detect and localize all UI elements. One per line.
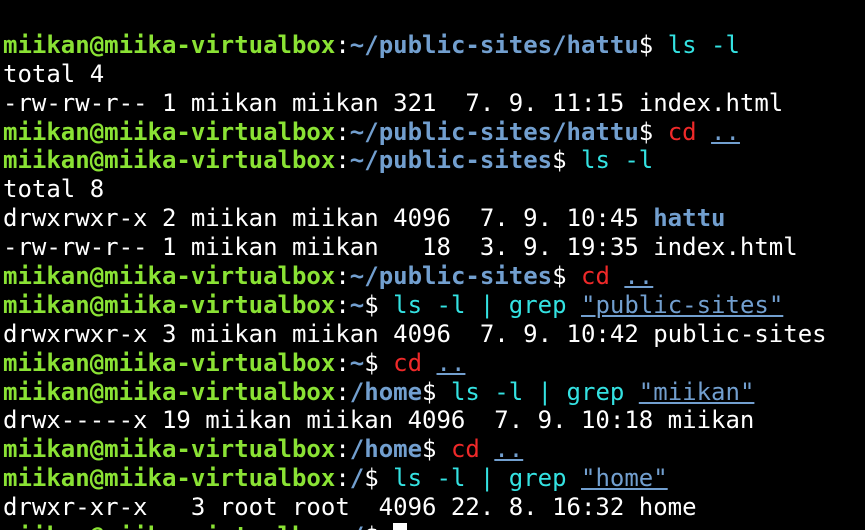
terminal-window[interactable]: miikan@miika-virtualbox:~/public-sites/h… [0,0,865,530]
prompt-user-host: miikan@miika-virtualbox [3,117,336,146]
prompt-symbol: $ [364,348,394,377]
prompt-line: miikan@miika-virtualbox:~/public-sites/h… [3,118,865,147]
prompt-symbol: $ [422,377,451,406]
output-line: drwxrwxr-x 2 miikan miikan 4096 7. 9. 10… [3,204,865,233]
output-line: -rw-rw-r-- 1 miikan miikan 321 7. 9. 11:… [3,89,865,118]
prompt-path: ~/public-sites [349,146,553,175]
command-argument: .. [624,262,654,291]
output-text: drwx-----x 19 miikan miikan 4096 7. 9. 1… [3,406,755,435]
command-text: cd [667,117,697,146]
command-argument: "public-sites" [581,290,784,319]
command-argument: "home" [581,464,668,493]
output-text: drwxrwxr-x 2 miikan miikan 4096 7. 9. 10… [3,204,654,233]
prompt-symbol: $ [422,435,451,464]
prompt-separator: : [335,377,350,406]
output-line: drwx-----x 19 miikan miikan 4096 7. 9. 1… [3,406,865,435]
directory-name: hattu [653,204,726,233]
command-text: ls -l [667,30,740,59]
prompt-line: miikan@miika-virtualbox:/$ ls -l | grep … [3,464,865,493]
prompt-user-host: miikan@miika-virtualbox [3,464,336,493]
prompt-path: ~ [349,348,365,377]
prompt-separator: : [335,522,349,530]
output-line: total 4 [3,60,865,89]
prompt-symbol: $ [364,290,394,319]
prompt-user-host: miikan@miika-virtualbox [3,30,336,59]
prompt-user-host: miikan@miika-virtualbox [3,522,335,530]
prompt-separator: : [335,464,350,493]
output-line: -rw-rw-r-- 1 miikan miikan 18 3. 9. 19:3… [3,233,865,262]
command-text: ls -l | grep [393,464,567,493]
prompt-path: ~/public-sites/hattu [349,117,639,146]
command-text: cd [393,348,423,377]
prompt-path: /home [349,435,423,464]
command-text: cd [450,435,480,464]
output-text: total 8 [3,175,105,204]
prompt-separator: : [335,348,350,377]
command-text: ls -l | grep [450,377,625,406]
prompt-symbol: $ [364,464,394,493]
prompt-line: miikan@miika-virtualbox:~/public-sites/h… [3,31,865,60]
command-argument: .. [711,117,740,146]
command-argument: "miikan" [638,377,755,406]
output-text: total 4 [3,59,105,88]
prompt-separator: : [335,290,350,319]
command-text: ls -l | grep [393,290,567,319]
prompt-user-host: miikan@miika-virtualbox [3,377,336,406]
prompt-separator: : [335,435,350,464]
prompt-user-host: miikan@miika-virtualbox [3,262,336,291]
prompt-path: ~/public-sites [349,262,553,291]
output-line: drwxr-xr-x 3 root root 4096 22. 8. 16:32… [3,493,865,522]
output-line: drwxrwxr-x 3 miikan miikan 4096 7. 9. 10… [3,320,865,349]
prompt-path: / [349,464,365,493]
prompt-user-host: miikan@miika-virtualbox [3,348,336,377]
prompt-user-host: miikan@miika-virtualbox [3,290,336,319]
command-text: cd [581,262,610,291]
prompt-line: miikan@miika-virtualbox:~/public-sites$ … [3,146,865,175]
prompt-user-host: miikan@miika-virtualbox [3,146,336,175]
prompt-symbol: $ [552,146,581,175]
command-argument: .. [436,348,466,377]
prompt-line: miikan@miika-virtualbox:~$ cd .. [3,349,865,378]
prompt-separator: : [335,146,350,175]
prompt-user-host: miikan@miika-virtualbox [3,435,336,464]
command-text: ls -l [581,146,654,175]
output-text: -rw-rw-r-- 1 miikan miikan 321 7. 9. 11:… [3,88,784,117]
output-text: -rw-rw-r-- 1 miikan miikan 18 3. 9. 19:3… [3,233,798,262]
prompt-path: ~ [349,290,365,319]
text-cursor[interactable] [393,523,408,530]
prompt-symbol: $ [638,117,668,146]
prompt-separator: : [335,262,350,291]
prompt-line: miikan@miika-virtualbox:/home$ cd .. [3,435,865,464]
output-text: drwxrwxr-x 3 miikan miikan 4096 7. 9. 10… [3,319,827,348]
prompt-symbol: $ [552,262,581,291]
prompt-path: / [350,522,364,530]
prompt-separator: : [335,117,350,146]
prompt-line: miikan@miika-virtualbox:~/public-sites$ … [3,262,865,291]
prompt-line: miikan@miika-virtualbox:~$ ls -l | grep … [3,291,865,320]
prompt-line: miikan@miika-virtualbox:/$ [3,522,865,530]
prompt-separator: : [335,30,350,59]
output-line: total 8 [3,175,865,204]
prompt-path: /home [349,377,423,406]
output-text: drwxr-xr-x 3 root root 4096 22. 8. 16:32… [3,493,697,522]
prompt-line: miikan@miika-virtualbox:/home$ ls -l | g… [3,378,865,407]
prompt-path: ~/public-sites/hattu [349,30,639,59]
prompt-symbol: $ [638,30,668,59]
command-argument: .. [494,435,524,464]
prompt-symbol: $ [364,522,393,530]
